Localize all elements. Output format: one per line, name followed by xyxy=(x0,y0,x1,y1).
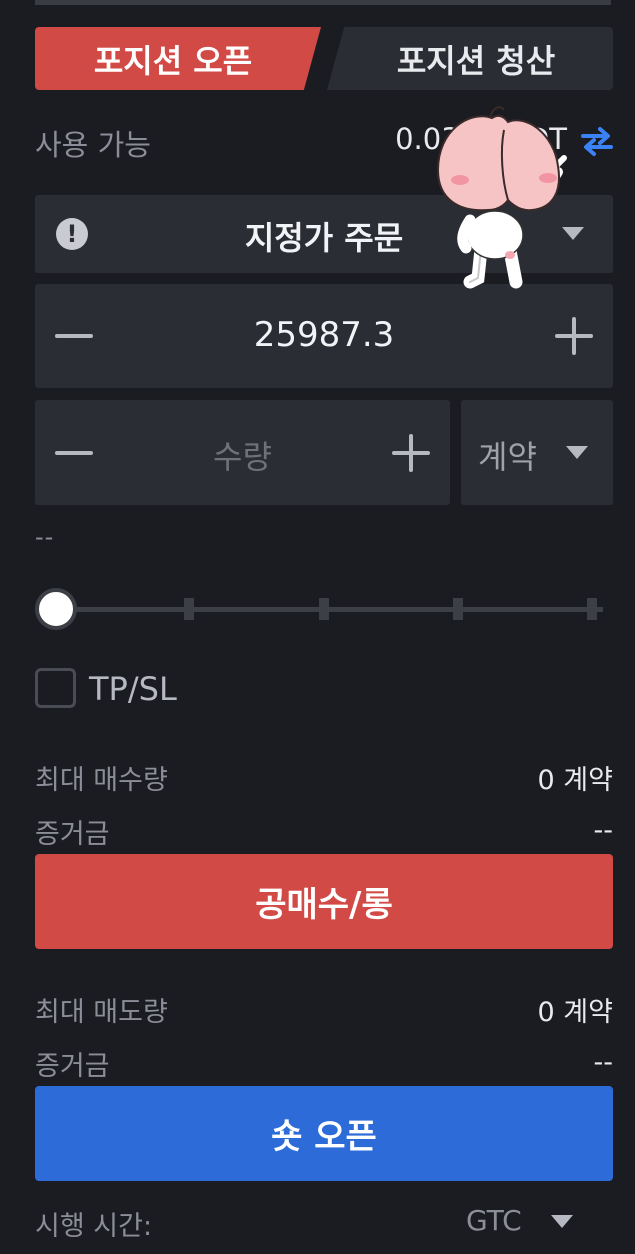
tpsl-label[interactable]: TP/SL xyxy=(89,670,177,708)
trade-panel: 포지션 오픈 포지션 청산 사용 가능 0.032 USDT ! 지정가 주문 … xyxy=(0,0,635,1254)
unit-select[interactable]: 계약 xyxy=(461,400,613,505)
open-long-button[interactable]: 공매수/롱 xyxy=(35,854,613,949)
max-sell-value: 0 계약 xyxy=(537,997,613,1028)
slider-tick-25[interactable] xyxy=(184,598,194,620)
order-value-estimate: -- xyxy=(35,523,55,551)
long-margin-label: 증거금 xyxy=(35,819,110,850)
short-margin-value: -- xyxy=(593,1047,614,1078)
quantity-increase-button[interactable] xyxy=(392,434,430,472)
peach-character-sticker xyxy=(436,106,567,289)
slider-tick-50[interactable] xyxy=(319,598,329,620)
position-tabs: 포지션 오픈 포지션 청산 xyxy=(35,27,613,90)
short-margin-label: 증거금 xyxy=(35,1051,110,1082)
slider-track[interactable] xyxy=(55,607,603,612)
tab-close-position[interactable]: 포지션 청산 xyxy=(327,27,613,90)
unit-label: 계약 xyxy=(478,438,537,476)
open-short-button[interactable]: 숏 오픈 xyxy=(35,1086,613,1181)
slider-thumb[interactable] xyxy=(35,588,77,630)
chevron-down-icon[interactable] xyxy=(551,1215,573,1228)
quantity-stepper: 수량 xyxy=(35,400,450,505)
max-buy-label: 최대 매수량 xyxy=(35,765,168,796)
quantity-input[interactable]: 수량 xyxy=(35,432,450,478)
top-divider xyxy=(35,0,611,5)
swap-arrows-icon[interactable] xyxy=(581,124,613,158)
chevron-down-icon xyxy=(566,446,588,459)
time-in-force-select[interactable]: GTC xyxy=(466,1204,522,1237)
price-increase-button[interactable] xyxy=(555,317,593,355)
long-margin-value: -- xyxy=(593,815,614,846)
slider-tick-75[interactable] xyxy=(453,598,463,620)
tpsl-checkbox[interactable] xyxy=(35,668,76,708)
time-in-force-label: 시행 시간: xyxy=(35,1211,153,1242)
tab-open-position[interactable]: 포지션 오픈 xyxy=(35,27,321,90)
quantity-slider[interactable] xyxy=(35,588,603,632)
available-label: 사용 가능 xyxy=(35,128,151,162)
max-buy-value: 0 계약 xyxy=(537,765,613,796)
max-sell-label: 최대 매도량 xyxy=(35,997,168,1028)
price-input[interactable]: 25987.3 xyxy=(35,315,613,355)
slider-tick-100[interactable] xyxy=(587,598,597,620)
